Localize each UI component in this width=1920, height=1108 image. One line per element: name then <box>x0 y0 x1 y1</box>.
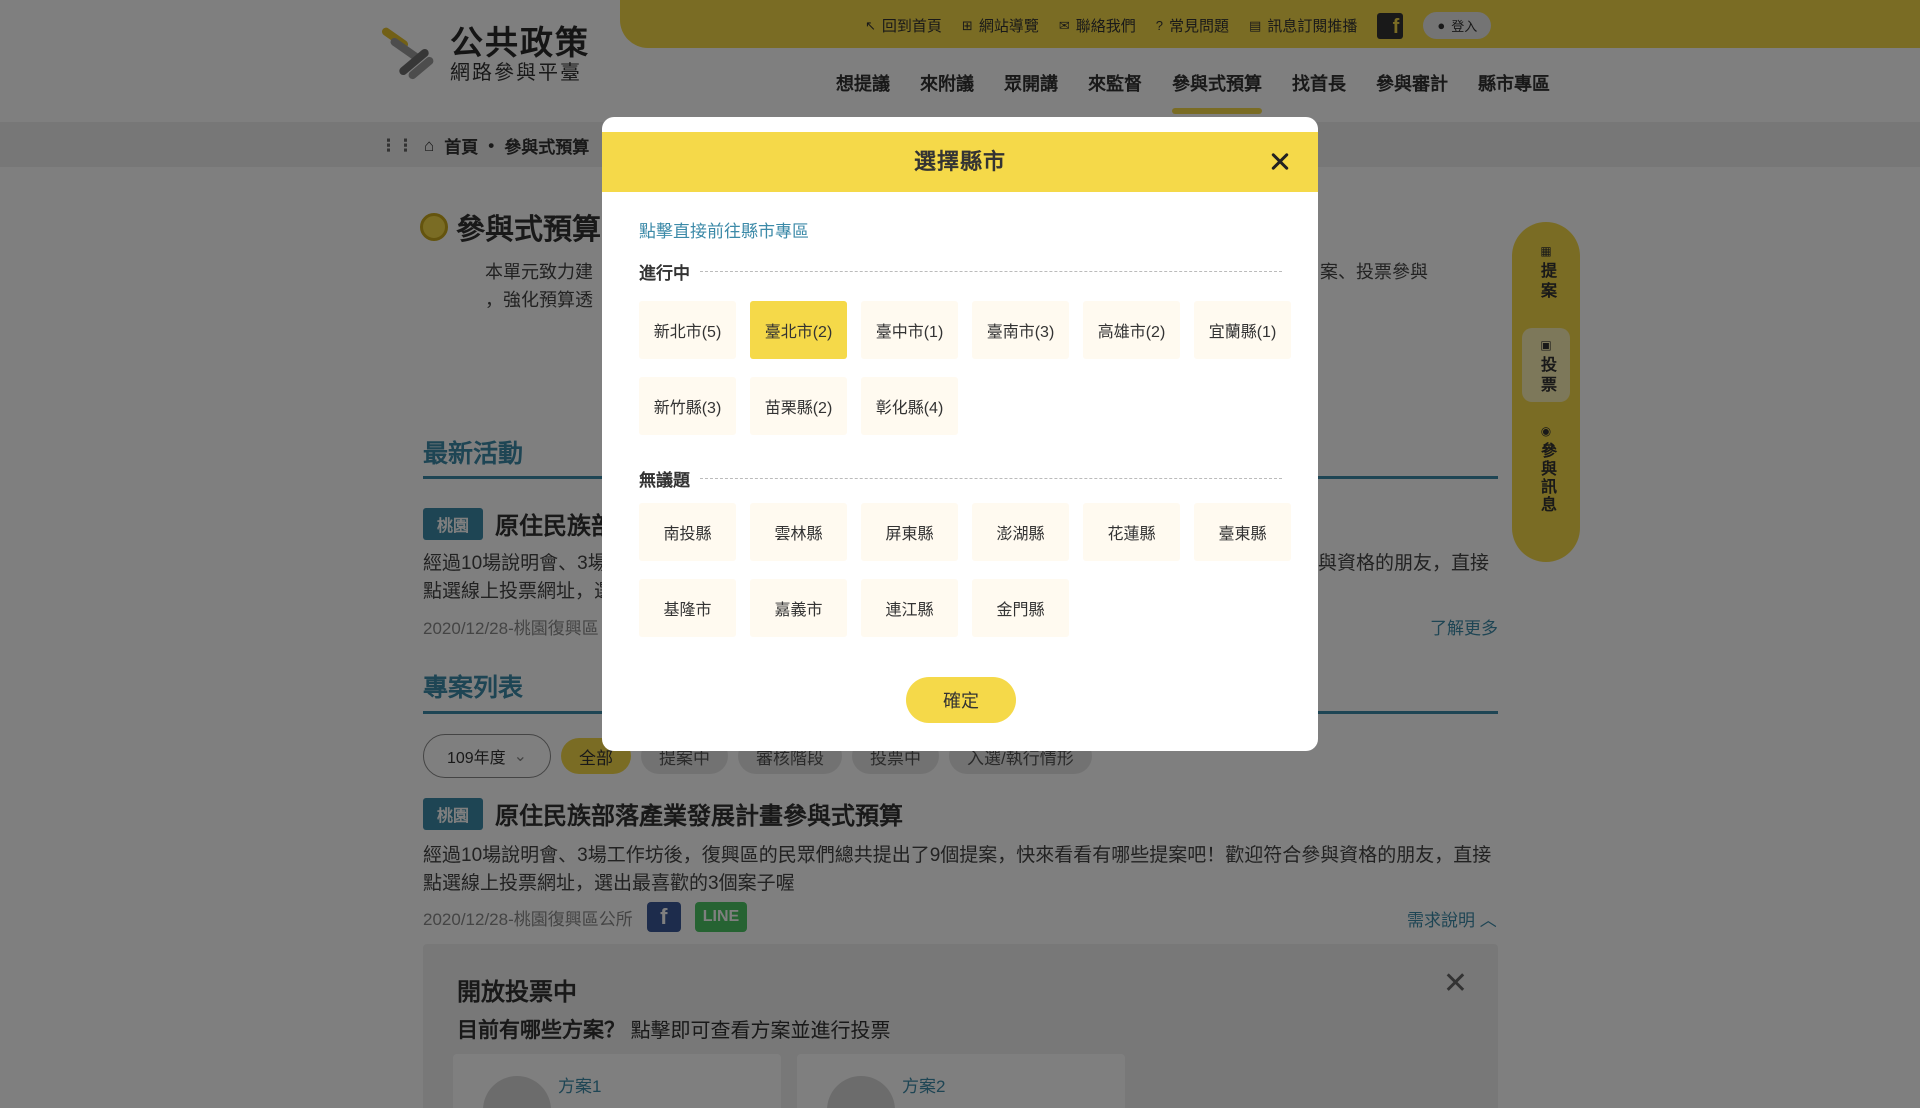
city-button[interactable]: 臺東縣 <box>1194 503 1291 561</box>
dashed-divider <box>700 478 1282 479</box>
city-button[interactable]: 南投縣 <box>639 503 736 561</box>
city-button[interactable]: 臺南市(3) <box>972 301 1069 359</box>
city-button[interactable]: 屏東縣 <box>861 503 958 561</box>
city-button[interactable]: 澎湖縣 <box>972 503 1069 561</box>
city-button[interactable]: 新竹縣(3) <box>639 377 736 435</box>
city-button[interactable]: 宜蘭縣(1) <box>1194 301 1291 359</box>
ongoing-group-label: 進行中 <box>639 259 1282 284</box>
city-button[interactable]: 臺中市(1) <box>861 301 958 359</box>
city-button[interactable]: 金門縣 <box>972 579 1069 637</box>
city-button[interactable]: 嘉義市 <box>750 579 847 637</box>
county-select-modal: 選擇縣市 點擊直接前往縣市專區 進行中 新北市(5) 臺北市(2) 臺中市(1)… <box>602 117 1318 751</box>
city-button[interactable]: 苗栗縣(2) <box>750 377 847 435</box>
no-issue-city-grid: 南投縣 雲林縣 屏東縣 澎湖縣 花蓮縣 臺東縣 基隆市 嘉義市 連江縣 金門縣 <box>639 503 1299 637</box>
modal-header: 選擇縣市 <box>602 132 1318 192</box>
ongoing-city-grid: 新北市(5) 臺北市(2) 臺中市(1) 臺南市(3) 高雄市(2) 宜蘭縣(1… <box>639 301 1299 435</box>
city-button[interactable]: 花蓮縣 <box>1083 503 1180 561</box>
city-button[interactable]: 新北市(5) <box>639 301 736 359</box>
close-icon[interactable] <box>1262 144 1298 180</box>
group-label-text: 無議題 <box>639 471 690 490</box>
county-zone-link[interactable]: 點擊直接前往縣市專區 <box>639 217 809 242</box>
city-button[interactable]: 彰化縣(4) <box>861 377 958 435</box>
city-button[interactable]: 雲林縣 <box>750 503 847 561</box>
city-button[interactable]: 高雄市(2) <box>1083 301 1180 359</box>
city-button[interactable]: 連江縣 <box>861 579 958 637</box>
group-label-text: 進行中 <box>639 264 690 283</box>
modal-title: 選擇縣市 <box>913 149 1006 174</box>
confirm-button[interactable]: 確定 <box>906 677 1016 723</box>
dashed-divider <box>700 271 1282 272</box>
city-button[interactable]: 基隆市 <box>639 579 736 637</box>
no-issue-group-label: 無議題 <box>639 466 1282 491</box>
city-button[interactable]: 臺北市(2) <box>750 301 847 359</box>
